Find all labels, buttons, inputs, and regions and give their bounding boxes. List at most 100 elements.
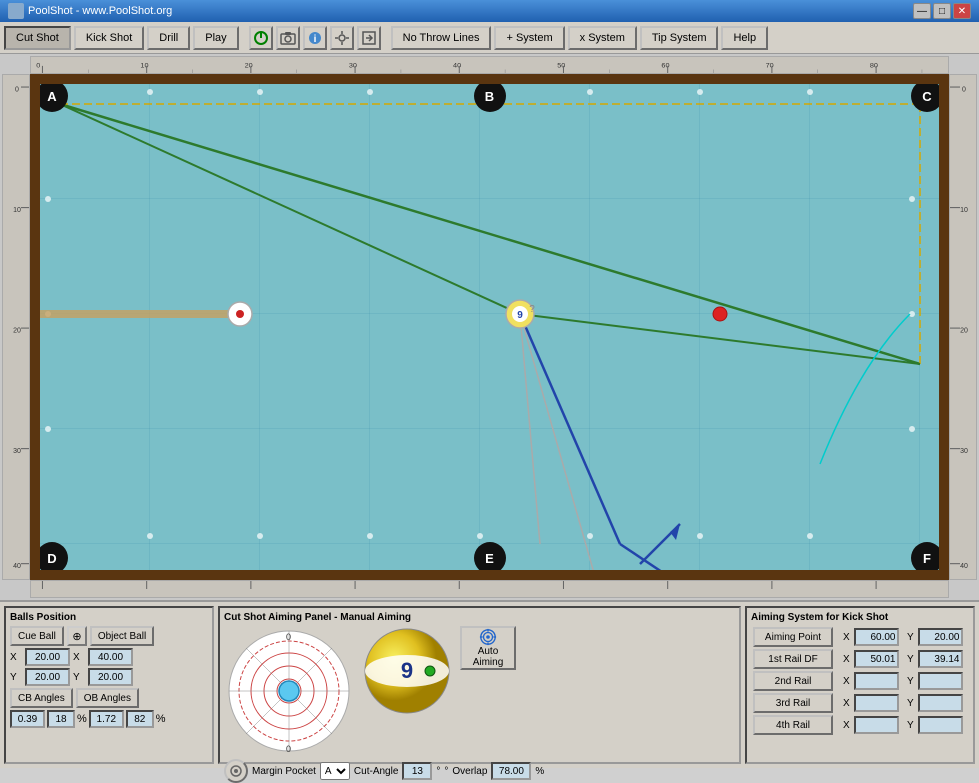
second-rail-button[interactable]: 2nd Rail [753, 671, 833, 691]
svg-text:i: i [313, 34, 316, 45]
pocket-select[interactable]: A [320, 762, 350, 780]
margin-pocket-label: Margin Pocket [252, 766, 316, 777]
table-wrapper: 0 10 20 30 40 50 60 70 80 [2, 56, 977, 598]
svg-text:0: 0 [36, 63, 40, 69]
svg-text:10: 10 [13, 205, 21, 214]
svg-text:30: 30 [349, 63, 357, 69]
fourth-rail-x[interactable] [854, 716, 899, 734]
fourth-rail-button[interactable]: 4th Rail [753, 715, 833, 735]
x-label-obj: X [73, 652, 85, 663]
fourth-rail-y[interactable] [918, 716, 963, 734]
pool-table-surface[interactable]: 9 ? A [40, 84, 939, 570]
kick-shot-panel: Aiming System for Kick Shot Aiming Point… [745, 606, 975, 764]
settings-icon-button[interactable] [330, 26, 354, 50]
table-row: 3rd Rail X Y [751, 692, 969, 714]
title-text: PoolShot - www.PoolShot.org [28, 5, 172, 17]
svg-text:0: 0 [286, 632, 291, 642]
svg-text:20: 20 [245, 63, 253, 69]
ruler-bottom [30, 580, 949, 598]
power-icon-button[interactable] [249, 26, 273, 50]
move-icon-button[interactable]: ⊕ [67, 626, 87, 646]
maximize-button[interactable]: □ [933, 3, 951, 19]
cue-ball-button[interactable]: Cue Ball [10, 626, 64, 646]
second-rail-x[interactable] [854, 672, 899, 690]
auto-aiming-button[interactable]: Auto Aiming [460, 626, 516, 670]
second-rail-y[interactable] [918, 672, 963, 690]
first-rail-x[interactable] [854, 650, 899, 668]
cb-angles-button[interactable]: CB Angles [10, 688, 73, 708]
ruler-top: 0 10 20 30 40 50 60 70 80 [30, 56, 949, 74]
first-rail-y[interactable] [918, 650, 963, 668]
kick-shot-button[interactable]: Kick Shot [74, 26, 144, 50]
aiming-point-button[interactable]: Aiming Point [753, 627, 833, 647]
svg-text:10: 10 [960, 205, 968, 214]
aiming-diagram[interactable]: 0 0 [224, 626, 354, 756]
minimize-button[interactable]: — [913, 3, 931, 19]
balls-position-panel: Balls Position Cue Ball ⊕ Object Ball X … [4, 606, 214, 764]
ob-angles-button[interactable]: OB Angles [76, 688, 139, 708]
pocket-e-label: E [485, 551, 494, 566]
first-rail-df-button[interactable]: 1st Rail DF [753, 649, 833, 669]
play-button[interactable]: Play [193, 26, 238, 50]
close-button[interactable]: ✕ [953, 3, 971, 19]
svg-text:40: 40 [453, 63, 461, 69]
kick-panel-title: Aiming System for Kick Shot [751, 612, 969, 623]
percent-sym: % [535, 766, 544, 777]
kick-table: Aiming Point X Y 1st Rail DF X Y 2nd Rai… [751, 626, 969, 736]
svg-text:20: 20 [960, 325, 968, 334]
no-throw-lines-button[interactable]: No Throw Lines [391, 26, 492, 50]
bottom-panels: Balls Position Cue Ball ⊕ Object Ball X … [0, 600, 979, 768]
cut-shot-button[interactable]: Cut Shot [4, 26, 71, 50]
drill-button[interactable]: Drill [147, 26, 190, 50]
aiming-point-y[interactable] [918, 628, 963, 646]
table-row: Aiming Point X Y [751, 626, 969, 648]
pool-table-frame[interactable]: 9 ? A [30, 74, 949, 580]
third-rail-x[interactable] [854, 694, 899, 712]
svg-text:0: 0 [15, 84, 19, 93]
pocket-e: E [474, 542, 506, 570]
third-rail-y[interactable] [918, 694, 963, 712]
export-icon-button[interactable] [357, 26, 381, 50]
object-ball-y-input[interactable] [88, 668, 133, 686]
tip-system-button[interactable]: Tip System [640, 26, 719, 50]
camera-icon-button[interactable] [276, 26, 300, 50]
cue-ball-y-input[interactable] [25, 668, 70, 686]
pocket-f-label: F [923, 551, 931, 566]
svg-text:30: 30 [13, 446, 21, 455]
svg-text:⊕: ⊕ [72, 631, 81, 643]
angle1-input [10, 710, 45, 728]
table-area: 0 10 20 30 40 50 60 70 80 [0, 54, 979, 600]
x-system-button[interactable]: x System [568, 26, 637, 50]
aiming-point-x[interactable] [854, 628, 899, 646]
percent-sym2: % [156, 713, 166, 725]
angle2-input [89, 710, 124, 728]
percent-sym1: % [77, 713, 87, 725]
object-ball-x-input[interactable] [88, 648, 133, 666]
svg-text:70: 70 [766, 63, 774, 69]
svg-text:50: 50 [557, 63, 565, 69]
third-rail-button[interactable]: 3rd Rail [753, 693, 833, 713]
aiming-label: Aiming [473, 657, 504, 668]
toolbar: Cut Shot Kick Shot Drill Play i No Throw… [0, 22, 979, 54]
aiming-panel: Cut Shot Aiming Panel - Manual Aiming [218, 606, 741, 764]
svg-text:40: 40 [13, 561, 21, 570]
window-controls: — □ ✕ [913, 3, 971, 19]
percent1-input [47, 710, 75, 728]
auto-aiming-icon [478, 628, 498, 646]
pocket-f: F [911, 542, 939, 570]
table-row: 4th Rail X Y [751, 714, 969, 736]
pocket-b-label: B [485, 89, 494, 104]
title-bar: PoolShot - www.PoolShot.org — □ ✕ [0, 0, 979, 22]
cut-angle-value[interactable] [402, 762, 432, 780]
auto-label: Auto [478, 646, 499, 657]
cue-ball-x-input[interactable] [25, 648, 70, 666]
table-grid: 9 ? [40, 84, 939, 570]
aiming-tool-icon-button[interactable] [224, 759, 248, 783]
plus-system-button[interactable]: + System [494, 26, 564, 50]
help-button[interactable]: Help [721, 26, 768, 50]
object-ball-button[interactable]: Object Ball [90, 626, 154, 646]
ruler-left: 0 10 20 30 40 [2, 74, 30, 580]
overlap-value[interactable] [491, 762, 531, 780]
degree-sym2: ° [444, 766, 448, 777]
info-icon-button[interactable]: i [303, 26, 327, 50]
